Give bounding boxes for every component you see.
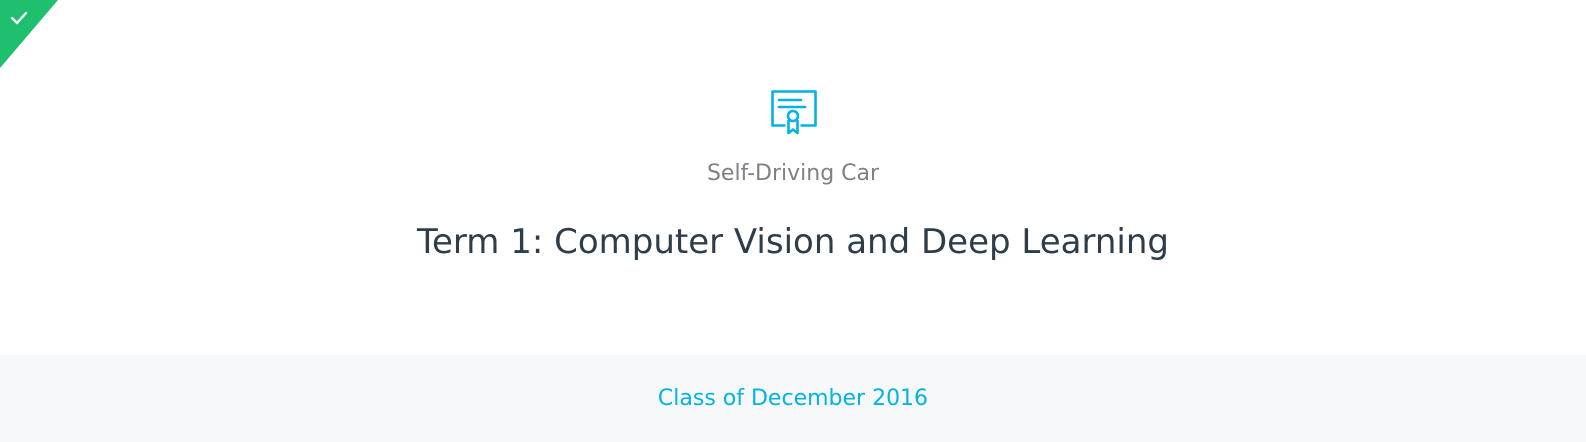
certificate-icon	[771, 90, 817, 136]
certificate-card-header: Self-Driving Car Term 1: Computer Vision…	[0, 0, 1586, 355]
course-title[interactable]: Term 1: Computer Vision and Deep Learnin…	[0, 218, 1586, 266]
certificate-card[interactable]: Self-Driving Car Term 1: Computer Vision…	[0, 0, 1586, 442]
class-of-label: Class of December 2016	[657, 386, 929, 411]
completed-ribbon	[0, 0, 60, 68]
check-icon	[0, 0, 58, 68]
program-name: Self-Driving Car	[706, 161, 880, 186]
certificate-card-footer: Class of December 2016	[0, 355, 1586, 442]
